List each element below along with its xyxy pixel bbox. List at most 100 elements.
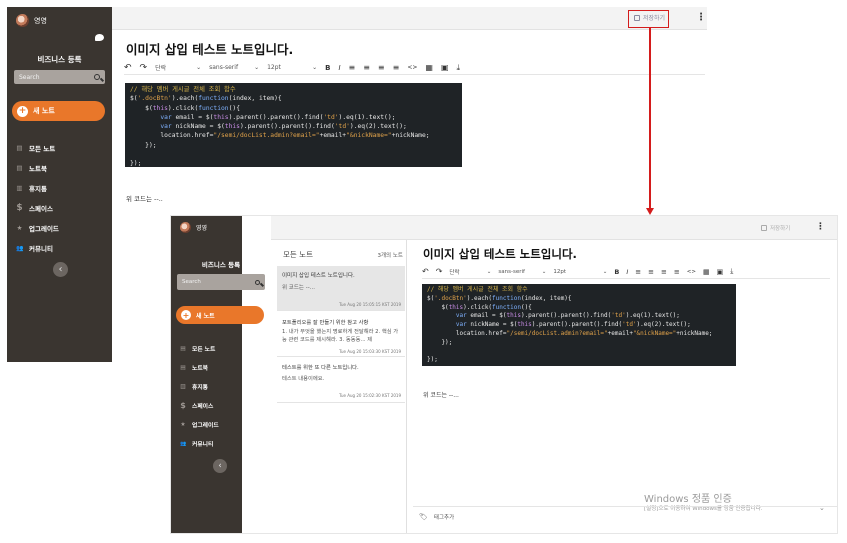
sidebar-item-all-notes[interactable]: ▤ 모든 노트 [180, 339, 219, 358]
justify-icon[interactable]: ≡ [393, 63, 400, 72]
new-note-button[interactable]: + 새 노트 [12, 101, 105, 121]
search-box[interactable] [177, 274, 265, 290]
note-body-text[interactable]: 위 코드는 --.. [126, 193, 163, 203]
save-button[interactable]: 저장하기 [761, 224, 790, 232]
bold-button[interactable]: B [325, 64, 330, 72]
star-icon: ★ [16, 224, 23, 232]
redo-icon[interactable]: ↷ [436, 267, 443, 276]
sidebar-item-trash[interactable]: ▥ 휴지통 [180, 377, 219, 396]
save-disk-icon [761, 225, 767, 231]
table-icon[interactable]: ▦ [703, 268, 710, 276]
font-select[interactable]: sans-serif ⌄ [209, 64, 259, 71]
redo-icon[interactable]: ↷ [140, 63, 148, 73]
align-right-icon[interactable]: ≡ [661, 268, 667, 276]
chevron-down-icon: ⌄ [602, 268, 608, 275]
list-item[interactable]: 포트폴리오를 잘 만들기 위한 참고 사항 1. 내가 무엇을 했는지 명료하게… [277, 313, 405, 357]
collapse-sidebar-button[interactable]: ‹ [53, 262, 68, 277]
image-icon[interactable]: ▣ [717, 268, 724, 276]
chevron-down-icon: ⌄ [541, 268, 547, 275]
notes-count: 3개의 노트 [377, 253, 404, 259]
undo-icon[interactable]: ↶ [422, 267, 429, 276]
tag-bar: 🏷 태그추가 [413, 506, 837, 526]
sidebar-item-notebook[interactable]: ▤ 노트북 [180, 358, 219, 377]
sidebar-item-label: 스페이스 [192, 404, 214, 410]
sidebar-item-community[interactable]: 👥 커뮤니티 [180, 434, 219, 453]
sidebar-item-upgrade[interactable]: ★ 업그레이드 [16, 218, 59, 238]
business-register-link[interactable]: 비즈니스 등록 [7, 54, 112, 65]
note-body-text[interactable]: 위 코드는 --... [423, 390, 459, 399]
code-block[interactable]: // 해당 멤버 게시글 전체 조회 함수 $('.docBtn').each(… [125, 83, 462, 167]
font-size-select[interactable]: 12pt ⌄ [553, 269, 607, 275]
image-icon[interactable]: ▣ [441, 63, 449, 72]
note-item-preview: 테스트 내용이에요. [282, 376, 325, 382]
code-line: // 해당 멤버 게시글 전체 조회 함수 [130, 86, 236, 93]
search-box[interactable] [14, 70, 105, 84]
font-size-select[interactable]: 12pt ⌄ [267, 64, 317, 71]
paragraph-value: 단락 [155, 65, 167, 72]
search-input[interactable] [19, 73, 94, 81]
sidebar-item-trash[interactable]: ▥ 휴지통 [16, 178, 59, 198]
sidebar-item-community[interactable]: 👥 커뮤니티 [16, 238, 59, 258]
sidebar-item-label: 노트북 [192, 366, 208, 372]
download-icon[interactable]: ⤓ [730, 267, 733, 276]
code-icon[interactable]: <> [687, 269, 696, 275]
justify-icon[interactable]: ≡ [674, 268, 680, 276]
more-options-icon[interactable]: ⋮ [696, 12, 706, 23]
sidebar-item-label: 커뮤니티 [29, 245, 53, 253]
bold-button[interactable]: B [614, 268, 619, 276]
note-item-date: Tue Aug 20 15:05:15 KST 2019 [339, 302, 401, 307]
new-note-button[interactable]: + 새 노트 [176, 306, 264, 324]
align-center-icon[interactable]: ≡ [363, 63, 370, 72]
align-left-icon[interactable]: ≡ [635, 268, 641, 276]
align-right-icon[interactable]: ≡ [378, 63, 385, 72]
sidebar-item-space[interactable]: $ 스페이스 [16, 198, 59, 218]
italic-button[interactable]: I [338, 64, 340, 72]
more-options-icon[interactable]: ⋮ [816, 222, 825, 232]
align-left-icon[interactable]: ≡ [349, 63, 356, 72]
tagbar-right-chevron-icon[interactable]: ⌄ [819, 504, 825, 512]
note-title[interactable]: 이미지 삽입 테스트 노트입니다. [126, 39, 293, 58]
profile[interactable]: 영영 [16, 14, 47, 27]
sidebar-item-upgrade[interactable]: ★ 업그레이드 [180, 415, 218, 434]
list-item[interactable]: 테스트를 위한 또 다른 노트입니다. 테스트 내용이에요. Tue Aug 2… [277, 358, 405, 403]
sidebar-item-notebook[interactable]: ▤ 노트북 [16, 158, 59, 178]
font-select[interactable]: sans-serif ⌄ [498, 269, 546, 275]
download-icon[interactable]: ⤓ [457, 63, 461, 73]
list-item[interactable]: 이미지 삽입 테스트 노트입니다. 위 코드는 --... Tue Aug 20… [277, 266, 405, 311]
code-icon[interactable]: <> [407, 64, 417, 71]
search-icon[interactable] [94, 74, 100, 80]
search-icon[interactable] [255, 279, 260, 285]
business-register-link[interactable]: 비즈니스 등록 [171, 259, 271, 269]
sidebar-item-label: 휴지통 [192, 385, 208, 391]
trash-icon: ▥ [180, 383, 186, 390]
search-input[interactable] [182, 279, 255, 285]
sidebar-item-label: 노트북 [29, 165, 47, 173]
profile[interactable]: 영영 [180, 222, 207, 233]
code-block[interactable]: // 해당 멤버 게시글 전체 조회 함수 $('.docBtn').each(… [422, 284, 736, 366]
align-center-icon[interactable]: ≡ [648, 268, 654, 276]
italic-button[interactable]: I [626, 268, 628, 276]
note-item-title: 포트폴리오를 잘 만들기 위한 참고 사항 [282, 320, 369, 326]
sidebar-item-all-notes[interactable]: ▤ 모든 노트 [16, 138, 59, 158]
add-tag-button[interactable]: 태그추가 [434, 513, 454, 521]
chat-icon[interactable] [95, 34, 104, 41]
sidebar-nav: ▤ 모든 노트 ▤ 노트북 ▥ 휴지통 $ 스페이스 ★ 업그레이드 👥 커뮤니티 [16, 138, 59, 258]
font-value: sans-serif [209, 64, 239, 71]
paragraph-select[interactable]: 단락 ⌄ [449, 268, 491, 276]
note-title[interactable]: 이미지 삽입 테스트 노트입니다. [423, 246, 577, 262]
sidebar-item-space[interactable]: $ 스페이스 [180, 396, 219, 415]
undo-icon[interactable]: ↶ [124, 63, 132, 73]
paragraph-select[interactable]: 단락 ⌄ [155, 63, 201, 72]
editor-toolbar: ↶ ↷ 단락 ⌄ sans-serif ⌄ 12pt ⌄ B I ≡ ≡ ≡ ≡ <>… [124, 61, 705, 75]
profile-name: 영영 [34, 16, 47, 25]
chat-icon[interactable] [254, 242, 261, 248]
note-item-title: 이미지 삽입 테스트 노트입니다. [282, 273, 355, 279]
save-label: 저장하기 [770, 226, 791, 232]
notes-list: 모든 노트 3개의 노트 이미지 삽입 테스트 노트입니다. 위 코드는 --.… [277, 240, 407, 533]
collapse-sidebar-button[interactable]: ‹ [213, 459, 227, 473]
note-item-date: Tue Aug 20 15:03:30 KST 2019 [339, 349, 401, 354]
font-size-value: 12pt [267, 64, 281, 71]
chevron-left-icon: ‹ [58, 264, 63, 275]
notebook-icon: ▤ [180, 364, 186, 371]
table-icon[interactable]: ▦ [425, 63, 433, 72]
